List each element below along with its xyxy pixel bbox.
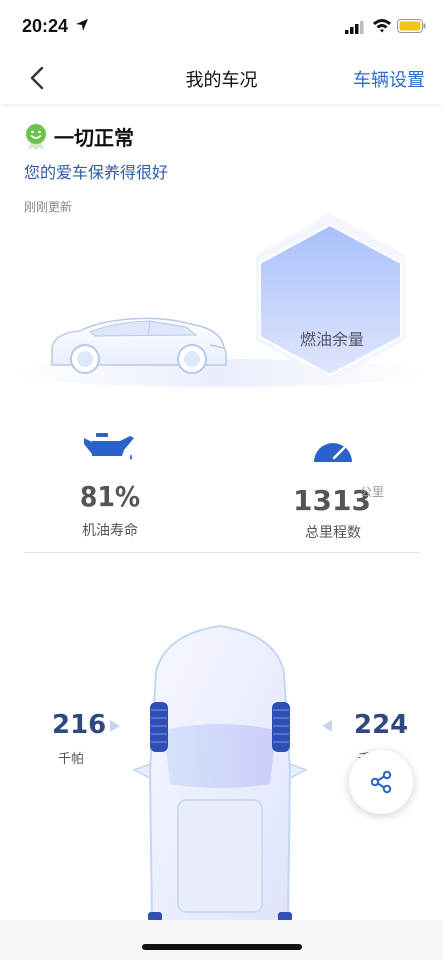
battery-icon	[397, 19, 426, 33]
health-status-title: 一切正常	[54, 126, 134, 150]
car-side-illustration	[51, 317, 227, 374]
front-left-tire-unit: 千帕	[58, 752, 85, 767]
health-status-header: 一切正常	[24, 122, 134, 151]
oil-life-value: 81%	[79, 480, 141, 513]
oil-life-label: 机油寿命	[82, 523, 138, 539]
front-right-tire-pressure: 224	[354, 710, 409, 740]
vehicle-settings-button[interactable]: 车辆设置	[353, 66, 425, 92]
odometer-unit: 公里	[360, 485, 385, 499]
odometer-label: 总里程数	[305, 525, 361, 541]
share-button[interactable]	[349, 750, 413, 814]
status-bar: 20:24	[0, 0, 443, 54]
section-divider	[24, 552, 420, 553]
vehicle-scene	[10, 213, 430, 387]
status-time: 20:24	[22, 16, 69, 36]
location-arrow-icon	[76, 19, 88, 31]
front-left-tire-pressure: 216	[52, 710, 107, 740]
car-top-view-illustration	[132, 624, 308, 922]
cellular-signal-icon	[345, 21, 364, 34]
smile-badge-icon	[26, 123, 46, 150]
front-left-tire	[150, 702, 168, 752]
share-icon	[370, 770, 392, 794]
tire-pointer-right-icon	[110, 720, 120, 732]
health-status-subtitle: 您的爱车保养得很好	[24, 163, 169, 182]
wifi-icon	[373, 19, 391, 33]
front-right-tire	[272, 702, 290, 752]
bottom-safe-area	[0, 920, 443, 960]
oil-can-icon	[84, 433, 134, 460]
home-indicator[interactable]	[142, 944, 302, 950]
tire-pointer-left-icon	[322, 720, 332, 732]
nav-bar: 我的车况 车辆设置	[0, 54, 443, 104]
fuel-level-label: 燃油余量	[299, 330, 364, 349]
speedometer-icon	[314, 443, 352, 462]
